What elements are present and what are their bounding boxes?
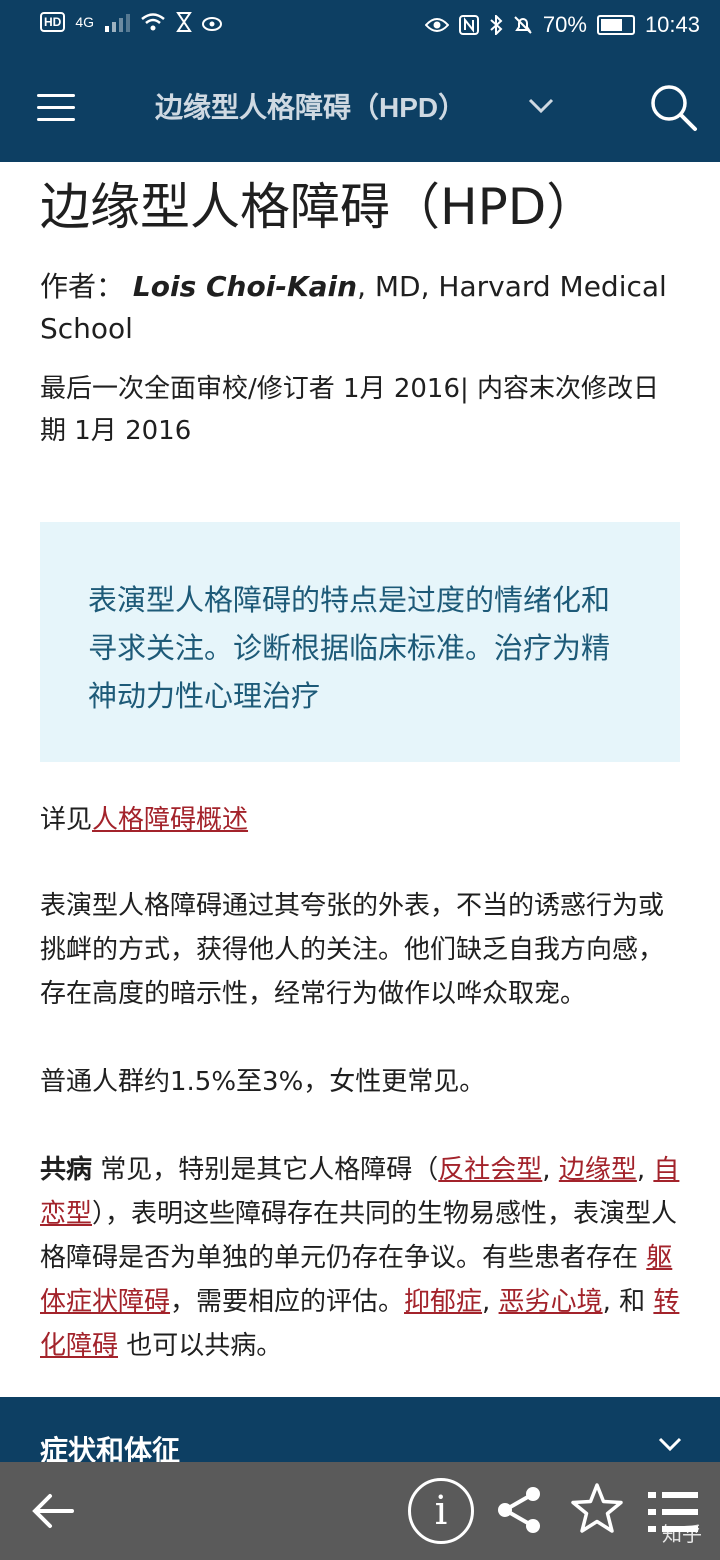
info-icon[interactable]: i [408, 1478, 474, 1544]
clock: 10:43 [644, 12, 700, 37]
text-run: 也可以共病。 [118, 1331, 283, 1361]
hd-badge: HD [40, 12, 66, 32]
status-bar: HD 4G 70% 10:43 [0, 0, 720, 52]
battery-fill [600, 19, 622, 31]
bluetooth-icon [490, 15, 503, 35]
text-run: ），表明这些障碍存在共同的生物易感性，表演型人格障碍是否为单独的单元仍存在争议。… [40, 1199, 678, 1273]
revision-info: 最后一次全面审校/修订者 1月 2016| 内容末次修改日期 1月 2016 [40, 374, 660, 446]
battery-icon [596, 15, 635, 35]
app-bar-title[interactable]: 边缘型人格障碍（HPD） [155, 86, 466, 126]
watermark: 知乎 [662, 1522, 702, 1546]
text-run: , [636, 1155, 654, 1185]
author-name: Lois Choi-Kain [132, 270, 358, 303]
share-icon[interactable] [493, 1484, 545, 1536]
status-left: HD 4G [40, 12, 224, 32]
battery-percent: 70% [542, 12, 587, 37]
paragraph-comorbidity: 共病 常见，特别是其它人格障碍（反社会型, 边缘型, 自恋型），表明这些障碍存在… [40, 1148, 680, 1368]
bottom-navigation: i 知乎 [0, 1462, 720, 1560]
summary-box: 表演型人格障碍的特点是过度的情绪化和寻求关注。诊断根据临床标准。治疗为精神动力性… [40, 522, 680, 762]
status-right: 70% 10:43 [424, 12, 700, 38]
article-content: 边缘型人格障碍（HPD） 作者： Lois Choi-Kain, MD, Har… [40, 162, 680, 1368]
section-symptoms-signs[interactable]: 症状和体征 [0, 1397, 720, 1467]
text-run: , [482, 1287, 499, 1317]
weibo-icon [202, 17, 223, 31]
app-bar: 边缘型人格障碍（HPD） [0, 52, 720, 162]
wifi-icon [141, 13, 165, 31]
comorbidity-label: 共病 [40, 1155, 93, 1185]
back-arrow-icon[interactable] [30, 1488, 76, 1534]
link-borderline[interactable]: 边缘型 [559, 1155, 637, 1185]
menu-icon[interactable] [37, 94, 75, 121]
article-title: 边缘型人格障碍（HPD） [40, 178, 597, 236]
link-antisocial[interactable]: 反社会型 [438, 1155, 542, 1185]
link-depression[interactable]: 抑郁症 [404, 1287, 482, 1317]
paragraph-description: 表演型人格障碍通过其夸张的外表，不当的诱惑行为或挑衅的方式，获得他人的关注。他们… [40, 891, 665, 1009]
search-icon[interactable] [648, 82, 698, 132]
eye-icon [424, 18, 449, 32]
paragraph-prevalence: 普通人群约1.5%至3%，女性更常见。 [40, 1067, 486, 1097]
text-run: , 和 [602, 1287, 654, 1317]
signal-icon [105, 14, 131, 32]
see-also: 详见人格障碍概述 [40, 800, 680, 840]
mute-bell-icon [514, 16, 532, 34]
network-type: 4G [75, 14, 95, 30]
chevron-down-icon[interactable] [528, 92, 554, 118]
article-author: 作者： Lois Choi-Kain, MD, Harvard Medical … [40, 266, 680, 350]
star-icon[interactable] [570, 1482, 624, 1536]
text-run: 常见，特别是其它人格障碍（ [92, 1155, 439, 1185]
text-run: ，需要相应的评估。 [170, 1287, 405, 1317]
link-dysthymia[interactable]: 恶劣心境 [499, 1287, 603, 1317]
hourglass-icon [176, 12, 192, 32]
see-also-prefix: 详见 [40, 805, 93, 835]
nfc-icon [458, 15, 479, 35]
chevron-down-icon[interactable] [658, 1435, 682, 1453]
text-run: , [542, 1155, 559, 1185]
link-personality-disorders-overview[interactable]: 人格障碍概述 [92, 805, 248, 835]
author-label: 作者： [40, 270, 125, 303]
